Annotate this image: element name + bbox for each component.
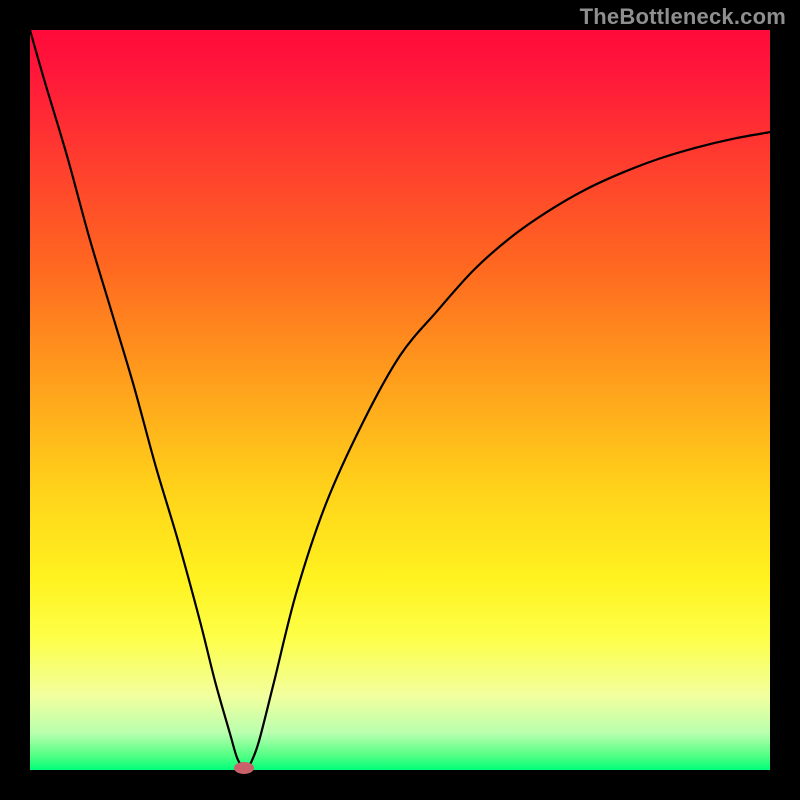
plot-area (30, 30, 770, 770)
bottleneck-curve (30, 30, 770, 770)
optimal-point-marker (234, 762, 254, 774)
watermark-text: TheBottleneck.com (580, 4, 786, 30)
chart-root: TheBottleneck.com (0, 0, 800, 800)
